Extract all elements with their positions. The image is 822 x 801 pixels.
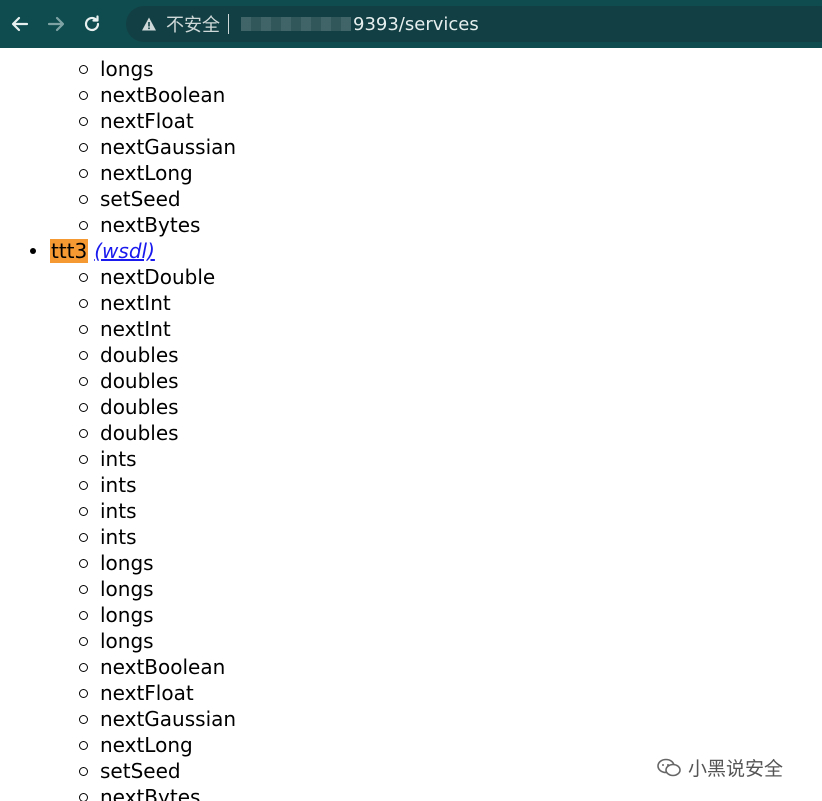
url-text[interactable]: 9393/services bbox=[353, 14, 479, 35]
method-item: ints bbox=[79, 525, 137, 549]
method-item: nextFloat bbox=[79, 109, 194, 133]
service-item-ttt3: ttt3 (wsdl) bbox=[30, 238, 155, 264]
service-name: ttt3 bbox=[50, 239, 89, 263]
method-item: ints bbox=[79, 447, 137, 471]
browser-toolbar: 不安全 9393/services bbox=[0, 0, 822, 48]
method-item: doubles bbox=[79, 395, 179, 419]
method-item: longs bbox=[79, 629, 154, 653]
redacted-host bbox=[241, 17, 351, 31]
method-item: nextLong bbox=[79, 733, 193, 757]
method-item: ints bbox=[79, 473, 137, 497]
wsdl-link[interactable]: (wsdl) bbox=[94, 239, 155, 263]
watermark: 小黑说安全 bbox=[656, 754, 783, 781]
method-item: longs bbox=[79, 577, 154, 601]
method-item: setSeed bbox=[79, 187, 181, 211]
method-item: nextGaussian bbox=[78, 707, 237, 731]
watermark-text: 小黑说安全 bbox=[688, 758, 784, 780]
method-item: nextDouble bbox=[78, 265, 216, 289]
method-item: setSeed bbox=[79, 759, 181, 783]
method-item: nextFloat bbox=[79, 681, 194, 705]
wechat-icon bbox=[657, 758, 681, 776]
reload-icon bbox=[84, 15, 100, 32]
back-button[interactable] bbox=[4, 8, 36, 40]
method-item: doubles bbox=[79, 343, 179, 367]
method-item: nextInt bbox=[79, 317, 171, 341]
page-content: longs nextBoolean nextFloat nextGaussian… bbox=[0, 48, 822, 801]
method-item: nextBoolean bbox=[78, 655, 226, 679]
forward-arrow-icon bbox=[47, 16, 65, 32]
address-bar[interactable]: 不安全 9393/services bbox=[126, 6, 822, 42]
method-item: longs bbox=[79, 603, 154, 627]
method-item: nextBytes bbox=[78, 784, 200, 801]
method-item: nextGaussian bbox=[78, 135, 237, 159]
reload-button[interactable] bbox=[76, 8, 108, 40]
method-item: nextLong bbox=[79, 161, 193, 185]
method-item: nextBytes bbox=[78, 213, 201, 237]
address-separator bbox=[228, 14, 229, 34]
method-item: ints bbox=[79, 499, 137, 523]
back-arrow-icon bbox=[11, 16, 29, 32]
insecure-label[interactable]: 不安全 bbox=[166, 11, 220, 37]
method-item: doubles bbox=[79, 421, 179, 445]
method-item: nextBoolean bbox=[78, 83, 226, 107]
method-item: nextInt bbox=[79, 291, 171, 315]
method-item: longs bbox=[79, 551, 154, 575]
warning-icon[interactable] bbox=[140, 15, 158, 33]
forward-button[interactable] bbox=[40, 8, 72, 40]
method-item: longs bbox=[79, 57, 154, 81]
method-item: doubles bbox=[79, 369, 179, 393]
